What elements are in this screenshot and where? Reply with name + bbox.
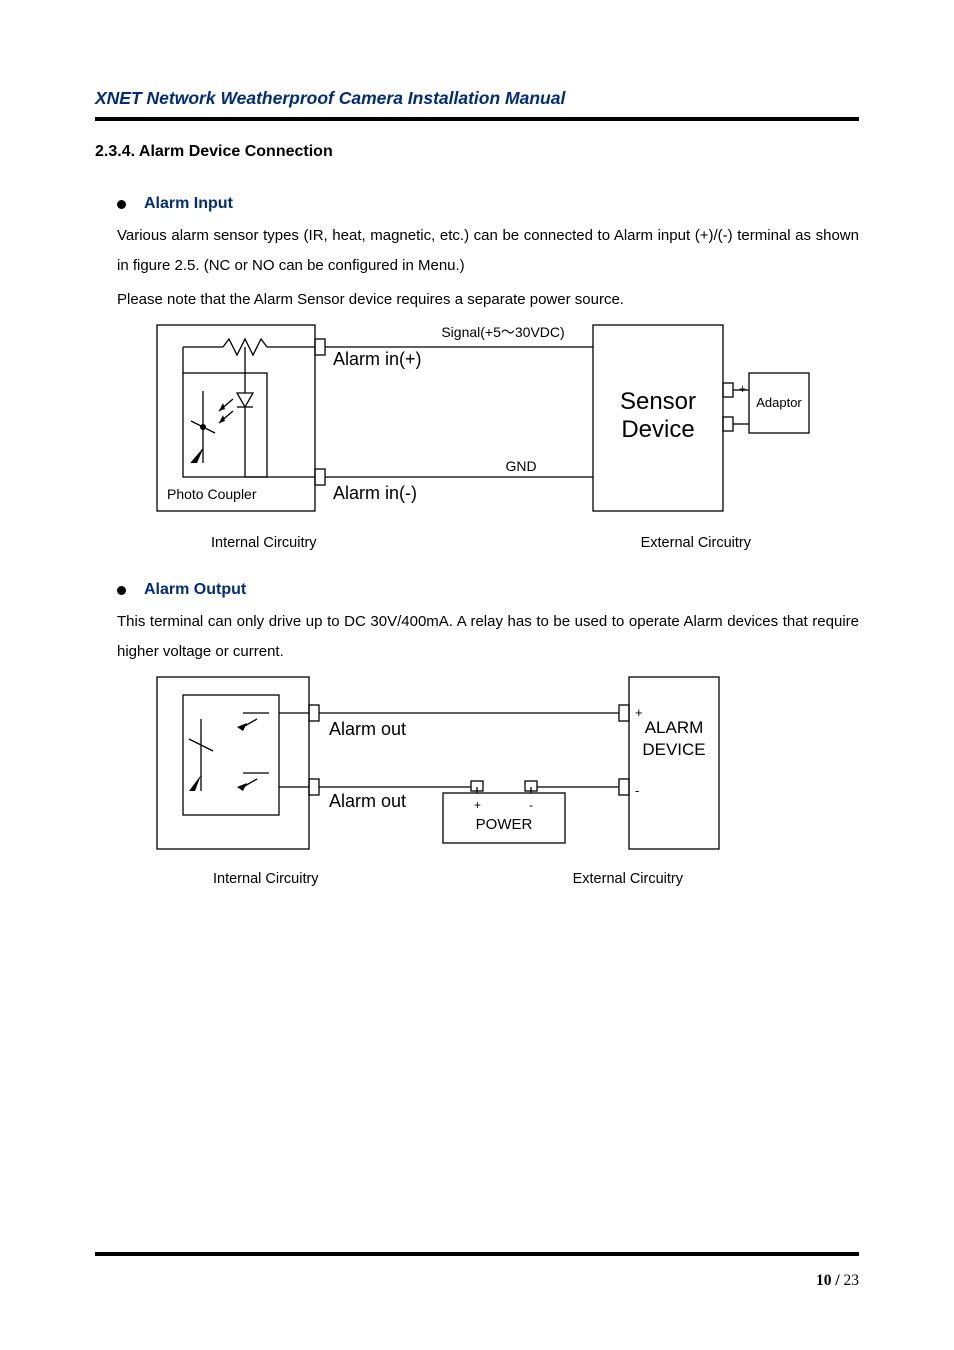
sensor-label-2: Device [621, 416, 694, 443]
alarm-input-diagram: Signal(+5～30VDC) Alarm in(+) Alarm in(-)… [153, 321, 815, 527]
adaptor-plus-label: + [739, 382, 746, 396]
footer: 10 / 23 [95, 1252, 859, 1290]
alarm-input-heading: Alarm Input [144, 195, 233, 213]
alarm-input-p2: Please note that the Alarm Sensor device… [117, 285, 859, 315]
page-sep: / [831, 1272, 843, 1289]
alarm-output-captions: Internal Circuitry External Circuitry [153, 871, 723, 887]
power-label: POWER [476, 816, 533, 833]
external-circuitry-label: External Circuitry [641, 535, 751, 551]
signal-label: Signal(+5～30VDC) [441, 324, 564, 340]
page-number: 10 / 23 [95, 1272, 859, 1290]
external-circuitry-label-2: External Circuitry [573, 871, 683, 887]
alarm-out-label-2: Alarm out [329, 791, 406, 811]
footer-rule [95, 1252, 859, 1256]
alarm-input-p1: Various alarm sensor types (IR, heat, ma… [117, 221, 859, 281]
alarm-output-heading: Alarm Output [144, 581, 246, 599]
section-name: Alarm Device Connection [139, 143, 333, 160]
bullet-alarm-input: Alarm Input [117, 195, 859, 213]
adaptor-minus-label: - [739, 416, 743, 430]
bullet-icon [117, 200, 126, 209]
internal-circuitry-label-2: Internal Circuitry [213, 871, 319, 887]
internal-circuitry-label: Internal Circuitry [211, 535, 317, 551]
device-plus-label: + [635, 705, 643, 720]
alarm-device-label-1: ALARM [645, 718, 704, 737]
device-minus-label: - [635, 783, 639, 798]
alarm-output-diagram: Alarm out Alarm out + - POWER ALARM DEVI… [153, 673, 723, 863]
section-title: 2.3.4. Alarm Device Connection [95, 143, 859, 161]
document-header: XNET Network Weatherproof Camera Install… [95, 88, 859, 121]
alarm-in-minus-label: Alarm in(-) [333, 483, 417, 503]
bullet-icon [117, 586, 126, 595]
alarm-output-p1: This terminal can only drive up to DC 30… [117, 607, 859, 667]
alarm-device-label-2: DEVICE [642, 740, 705, 759]
power-plus-label: + [474, 798, 481, 812]
sensor-label-1: Sensor [620, 388, 696, 415]
current-page: 10 [816, 1272, 832, 1289]
adaptor-label: Adaptor [756, 395, 802, 410]
total-pages: 23 [844, 1272, 860, 1289]
bullet-alarm-output: Alarm Output [117, 581, 859, 599]
power-minus-label: - [529, 798, 533, 812]
alarm-in-plus-label: Alarm in(+) [333, 349, 422, 369]
document-page: XNET Network Weatherproof Camera Install… [0, 0, 954, 1350]
alarm-input-captions: Internal Circuitry External Circuitry [153, 535, 859, 551]
alarm-out-label-1: Alarm out [329, 719, 406, 739]
gnd-label: GND [505, 458, 536, 474]
section-number: 2.3.4. [95, 143, 135, 160]
photo-coupler-label: Photo Coupler [167, 486, 257, 502]
content: Alarm Input Various alarm sensor types (… [95, 195, 859, 887]
